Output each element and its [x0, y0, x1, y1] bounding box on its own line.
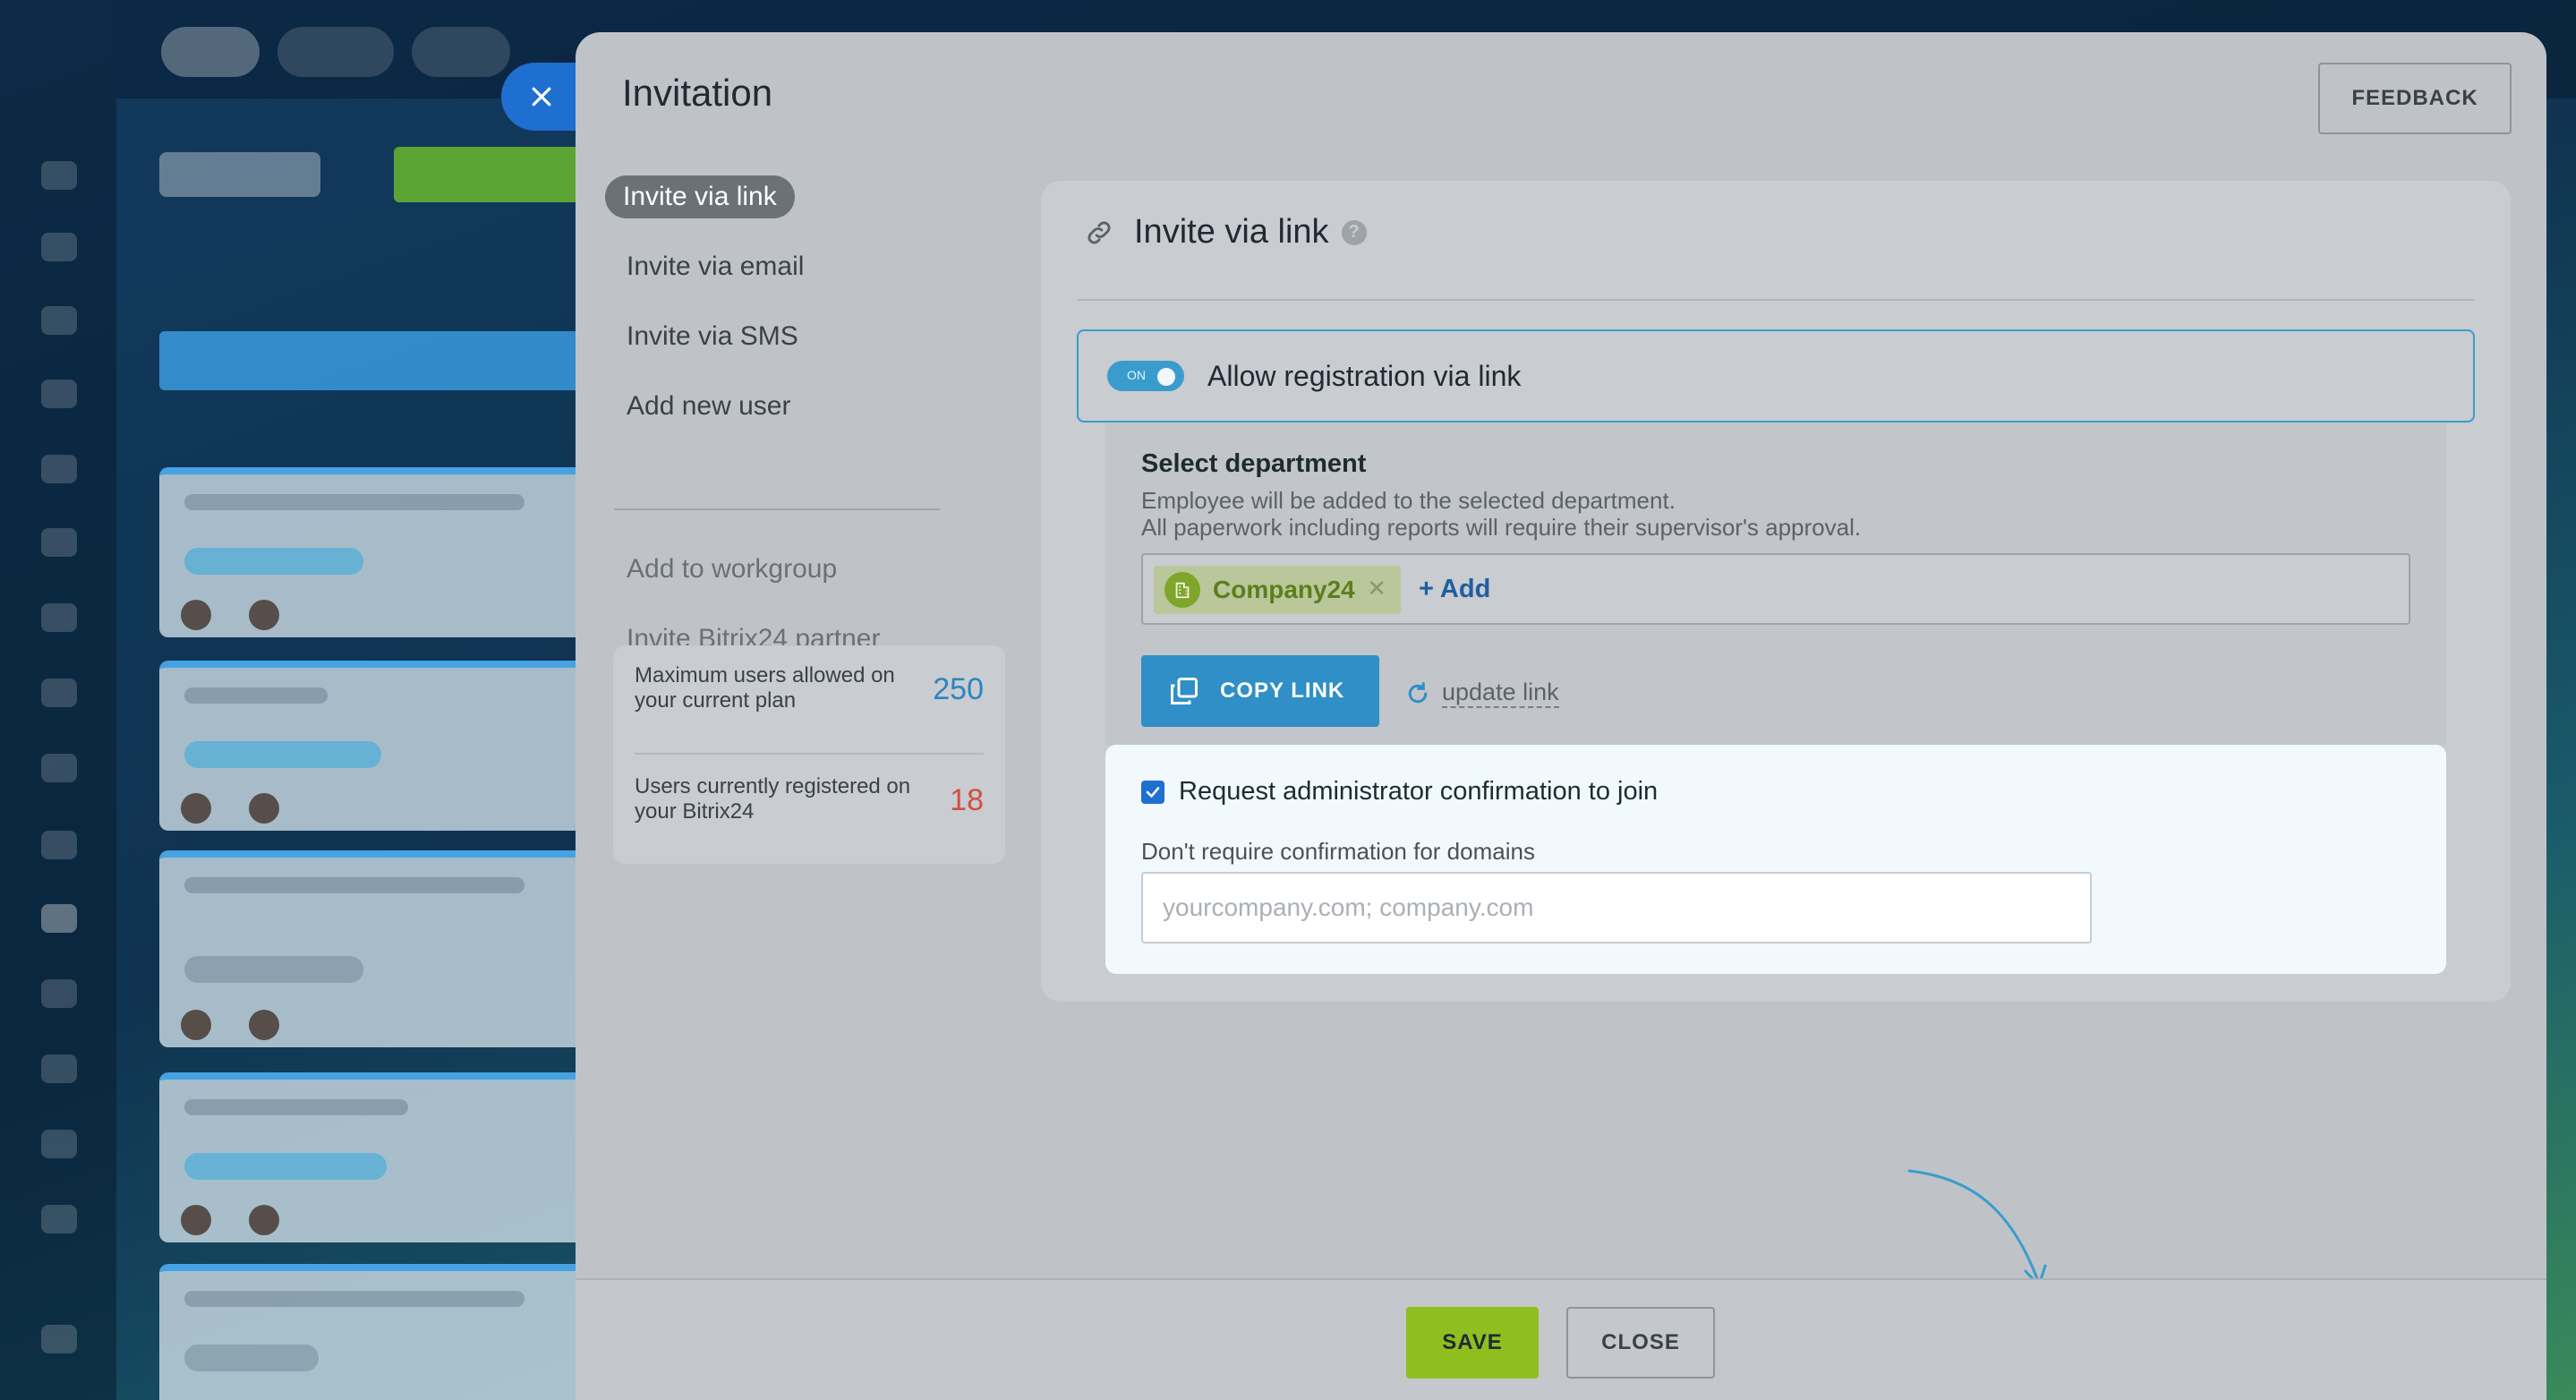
- stat-registered-value: 18: [950, 783, 984, 817]
- add-department-button[interactable]: + Add: [1419, 575, 1490, 604]
- admin-confirmation-row: Request administrator confirmation to jo…: [1141, 777, 1658, 807]
- department-selector[interactable]: Company24 ✕ + Add: [1141, 553, 2410, 625]
- department-description: Employee will be added to the selected d…: [1141, 487, 1861, 541]
- copy-link-label: COPY LINK: [1220, 679, 1345, 703]
- check-icon: [1146, 786, 1160, 798]
- background-card: [159, 850, 589, 1047]
- domains-label: Don't require confirmation for domains: [1141, 838, 1535, 865]
- help-icon[interactable]: ?: [1341, 219, 1367, 245]
- background-title: [159, 152, 320, 197]
- department-tag-label: Company24: [1213, 576, 1355, 603]
- allow-registration-row: ON Allow registration via link: [1077, 329, 2475, 423]
- panel-header: Invite via link ?: [1084, 213, 1367, 252]
- refresh-icon: [1408, 681, 1428, 703]
- copy-icon: [1171, 678, 1198, 704]
- domains-input[interactable]: [1141, 872, 2092, 943]
- save-button[interactable]: SAVE: [1406, 1307, 1539, 1379]
- arrow-annotation-icon: [1907, 1169, 2047, 1287]
- invitation-modal: Invitation FEEDBACK Invite via link Invi…: [576, 32, 2546, 1400]
- allow-registration-toggle[interactable]: ON: [1107, 361, 1184, 391]
- panel-title: Invite via link: [1134, 213, 1329, 251]
- department-desc-line-2: All paperwork including reports will req…: [1141, 514, 1862, 541]
- nav-add-new-user[interactable]: Add new user: [609, 385, 808, 428]
- feedback-button[interactable]: FEEDBACK: [2318, 63, 2512, 134]
- confirmation-section: Request administrator confirmation to jo…: [1105, 745, 2446, 974]
- toggle-state-label: ON: [1127, 368, 1146, 382]
- nav-divider: [614, 508, 940, 510]
- background-card: [159, 661, 589, 831]
- close-button[interactable]: CLOSE: [1566, 1307, 1715, 1379]
- user-stats: Maximum users allowed on your current pl…: [613, 645, 1005, 864]
- invite-via-link-panel: Invite via link ? ON Allow registration …: [1041, 181, 2511, 1002]
- department-section: Select department Employee will be added…: [1105, 423, 2446, 745]
- modal-title: Invitation: [622, 72, 773, 114]
- nav-invite-via-email[interactable]: Invite via email: [609, 245, 822, 288]
- toggle-knob: [1157, 368, 1175, 386]
- stat-max-users-label: Maximum users allowed on your current pl…: [635, 663, 895, 713]
- admin-confirmation-checkbox[interactable]: [1141, 780, 1164, 804]
- department-tag: Company24 ✕: [1154, 566, 1401, 614]
- department-heading: Select department: [1141, 449, 1367, 478]
- building-icon: [1164, 572, 1200, 608]
- stat-max-users-value: 250: [933, 672, 984, 706]
- stat-registered-label: Users currently registered on your Bitri…: [635, 774, 911, 824]
- stat-divider: [635, 753, 984, 755]
- background-filter: [159, 331, 589, 390]
- remove-tag-icon[interactable]: ✕: [1367, 575, 1386, 602]
- update-link-label: update link: [1442, 679, 1559, 708]
- background-green-button: [394, 147, 591, 202]
- stat-registered-users: Users currently registered on your Bitri…: [635, 756, 984, 851]
- background-card: [159, 1072, 589, 1242]
- background-card: [159, 467, 589, 637]
- panel-divider: [1077, 299, 2475, 301]
- stat-max-users: Maximum users allowed on your current pl…: [635, 645, 984, 740]
- nav-invite-via-link[interactable]: Invite via link: [605, 175, 795, 218]
- link-icon: [1088, 221, 1111, 243]
- nav-invite-via-sms[interactable]: Invite via SMS: [609, 315, 816, 358]
- nav-add-to-workgroup[interactable]: Add to workgroup: [609, 548, 855, 591]
- department-desc-line-1: Employee will be added to the selected d…: [1141, 487, 1676, 514]
- modal-footer: SAVE CLOSE: [576, 1278, 2546, 1400]
- close-icon: [532, 87, 551, 107]
- admin-confirmation-label: Request administrator confirmation to jo…: [1179, 777, 1659, 806]
- background-sidebar: [0, 0, 116, 1400]
- copy-link-button[interactable]: COPY LINK: [1141, 655, 1379, 727]
- background-card: [159, 1264, 589, 1400]
- update-link-button[interactable]: update link: [1404, 679, 1559, 708]
- allow-registration-label: Allow registration via link: [1207, 359, 1522, 392]
